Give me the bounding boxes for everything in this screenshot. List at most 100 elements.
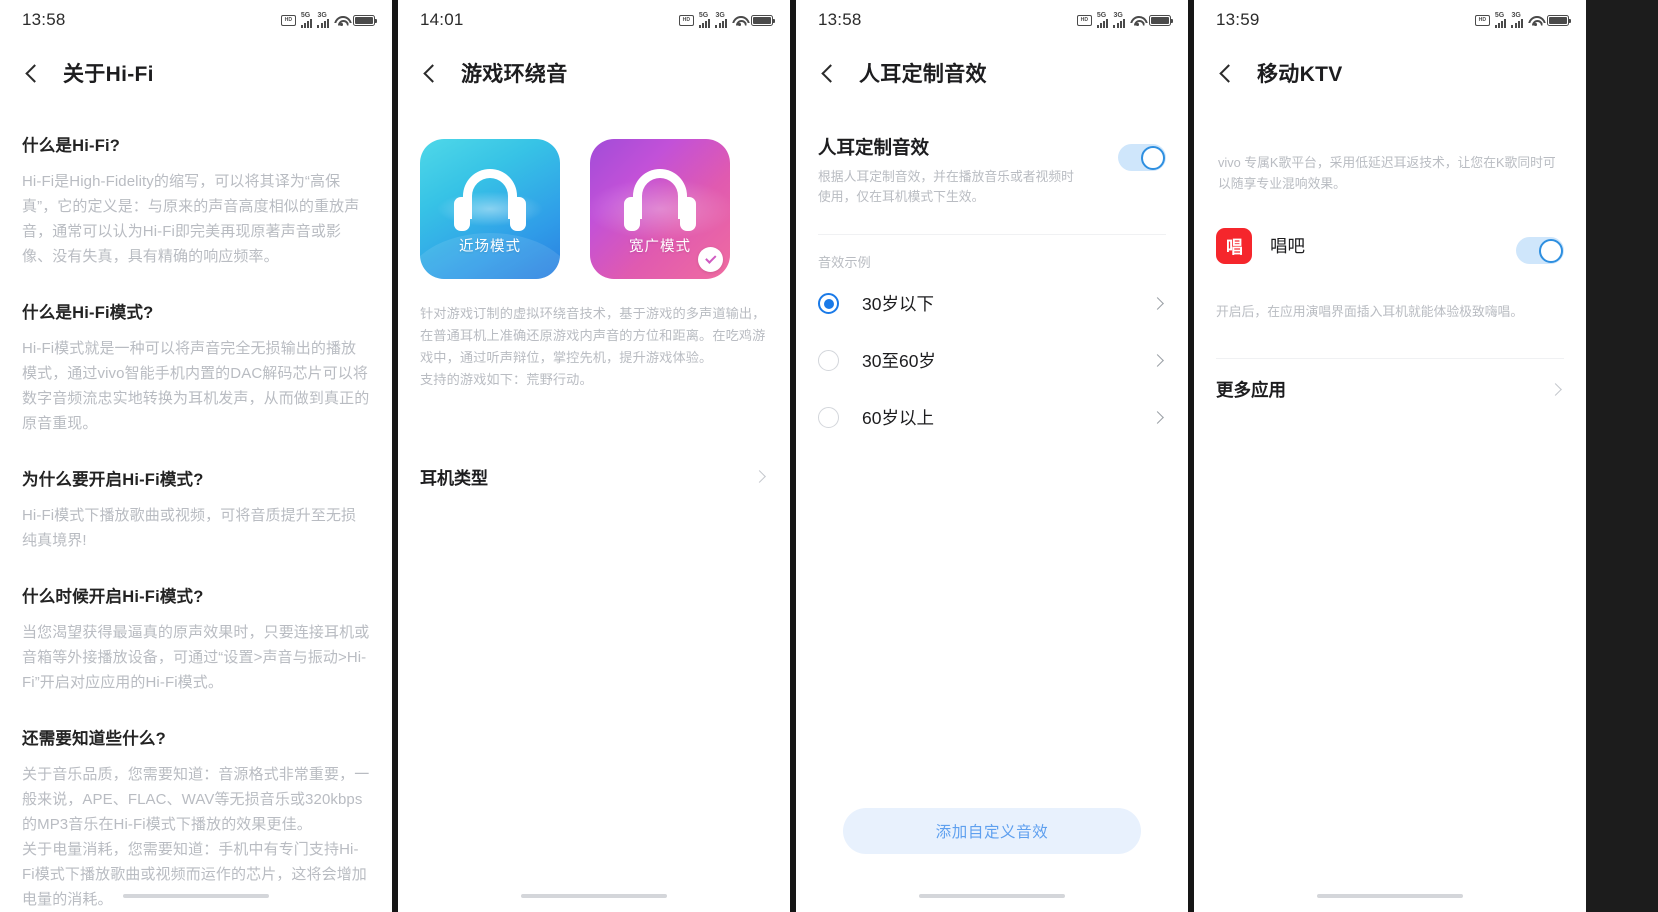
mode-description: 针对游戏订制的虚拟环绕音技术，基于游戏的多声道输出，在普通耳机上准确还原游戏内声… bbox=[420, 306, 766, 387]
signal-5g-icon: 5G bbox=[698, 12, 711, 28]
option-label: 30至60岁 bbox=[862, 351, 936, 371]
ktv-hint-text: 开启后，在应用演唱界面插入耳机就能体验极致嗨唱。 bbox=[1216, 304, 1524, 319]
changba-toggle[interactable] bbox=[1516, 237, 1564, 264]
battery-icon bbox=[1149, 14, 1173, 26]
changba-app-icon: 唱 bbox=[1216, 227, 1252, 264]
page-title: 游戏环绕音 bbox=[461, 63, 568, 86]
back-icon[interactable] bbox=[423, 63, 442, 83]
wifi-icon bbox=[1528, 15, 1542, 26]
row-headphone-type[interactable]: 耳机类型 bbox=[420, 445, 768, 507]
mode-card-wide-field[interactable]: 宽广模式 bbox=[590, 139, 730, 279]
cta-container: 添加自定义音效 bbox=[796, 808, 1188, 854]
wifi-icon bbox=[732, 15, 746, 26]
hd-call-icon: HD bbox=[1474, 14, 1490, 26]
article-heading: 什么是Hi-Fi模式? bbox=[22, 304, 154, 322]
status-icons: HD 5G 3G bbox=[280, 12, 377, 28]
phone-panel-game-surround: 14:01 HD 5G 3G 游戏环绕音 近场模式 宽广模式 针对游戏订制的虚拟… bbox=[398, 0, 790, 912]
headphone-icon bbox=[454, 169, 526, 231]
setting-title: 人耳定制音效 bbox=[818, 137, 930, 158]
page-title: 关于Hi-Fi bbox=[63, 63, 154, 86]
screenshot-collage: 13:58 HD 5G 3G 关于Hi-Fi 什么是Hi-Fi? Hi-Fi是H… bbox=[0, 0, 1658, 912]
ear-custom-audio-toggle[interactable] bbox=[1118, 144, 1166, 171]
row-title: 耳机类型 bbox=[420, 468, 488, 488]
article-heading: 什么是Hi-Fi? bbox=[22, 137, 121, 155]
battery-icon bbox=[1547, 14, 1571, 26]
option-row-30-to-60[interactable]: 30至60岁 bbox=[818, 332, 1166, 389]
option-label: 60岁以上 bbox=[862, 408, 934, 428]
chevron-right-icon bbox=[1151, 297, 1164, 310]
article-heading: 还需要知道些什么? bbox=[22, 730, 166, 748]
status-clock: 14:01 bbox=[420, 10, 464, 29]
ear-custom-audio-setting: 人耳定制音效 根据人耳定制音效，并在播放音乐或者视频时使用，仅在耳机模式下生效。 bbox=[796, 106, 1188, 207]
article-content: 什么是Hi-Fi? Hi-Fi是High-Fidelity的缩写，可以将其译为“… bbox=[0, 106, 392, 912]
add-custom-audio-button[interactable]: 添加自定义音效 bbox=[843, 808, 1141, 854]
toggle-knob bbox=[1538, 238, 1563, 263]
battery-icon bbox=[751, 14, 775, 26]
page-title: 人耳定制音效 bbox=[859, 63, 987, 86]
app-row-changba[interactable]: 唱 唱吧 bbox=[1216, 227, 1564, 264]
signal-5g-icon: 5G bbox=[1096, 12, 1109, 28]
hd-call-icon: HD bbox=[678, 14, 694, 26]
nav-bar: 人耳定制音效 bbox=[796, 40, 1188, 106]
home-indicator bbox=[919, 894, 1065, 898]
article-paragraph: 关于音乐品质，您需要知道：音源格式非常重要，一般来说，APE、FLAC、WAV等… bbox=[22, 766, 370, 908]
mode-card-label: 近场模式 bbox=[459, 239, 521, 255]
status-bar: 13:59 HD 5G 3G bbox=[1194, 0, 1586, 40]
back-icon[interactable] bbox=[821, 63, 840, 83]
nav-bar: 游戏环绕音 bbox=[398, 40, 790, 106]
article-paragraph: 当您渴望获得最逼真的原声效果时，只要连接耳机或音箱等外接播放设备，可通过“设置>… bbox=[22, 624, 370, 691]
article-heading: 为什么要开启Hi-Fi模式? bbox=[22, 471, 204, 489]
hd-call-icon: HD bbox=[1076, 14, 1092, 26]
status-clock: 13:58 bbox=[818, 10, 862, 29]
row-more-apps[interactable]: 更多应用 bbox=[1216, 359, 1564, 419]
signal-3g-icon: 3G bbox=[715, 12, 727, 28]
signal-3g-icon: 3G bbox=[1511, 12, 1523, 28]
chevron-right-icon bbox=[753, 469, 766, 483]
phone-panel-ear-custom-audio: 13:58 HD 5G 3G 人耳定制音效 人耳定制音效 根据人耳定制音效，并在… bbox=[796, 0, 1188, 912]
app-name: 唱吧 bbox=[1270, 236, 1305, 256]
article-paragraph: Hi-Fi模式就是一种可以将声音完全无损输出的播放模式，通过vivo智能手机内置… bbox=[22, 340, 370, 432]
setting-subtitle: 根据人耳定制音效，并在播放音乐或者视频时使用，仅在耳机模式下生效。 bbox=[818, 169, 1074, 204]
option-row-under-30[interactable]: 30岁以下 bbox=[818, 275, 1166, 332]
section-label-audio-samples: 音效示例 bbox=[818, 255, 871, 270]
nav-bar: 关于Hi-Fi bbox=[0, 40, 392, 106]
setting-text: 人耳定制音效 根据人耳定制音效，并在播放音乐或者视频时使用，仅在耳机模式下生效。 bbox=[818, 134, 1080, 207]
status-bar: 13:58 HD 5G 3G bbox=[796, 0, 1188, 40]
chevron-right-icon bbox=[1151, 411, 1164, 424]
page-title: 移动KTV bbox=[1257, 63, 1343, 86]
article-heading: 什么时候开启Hi-Fi模式? bbox=[22, 588, 204, 606]
radio-unselected-icon[interactable] bbox=[818, 407, 839, 428]
wifi-icon bbox=[334, 15, 348, 26]
radio-unselected-icon[interactable] bbox=[818, 350, 839, 371]
home-indicator bbox=[521, 894, 667, 898]
signal-5g-icon: 5G bbox=[300, 12, 313, 28]
signal-3g-icon: 3G bbox=[1113, 12, 1125, 28]
article-paragraph: Hi-Fi模式下播放歌曲或视频，可将音质提升至无损纯真境界! bbox=[22, 507, 357, 549]
option-row-over-60[interactable]: 60岁以上 bbox=[818, 389, 1166, 446]
battery-icon bbox=[353, 14, 377, 26]
hd-call-icon: HD bbox=[280, 14, 296, 26]
check-icon bbox=[698, 247, 723, 272]
status-bar: 14:01 HD 5G 3G bbox=[398, 0, 790, 40]
mode-card-list: 近场模式 宽广模式 bbox=[398, 106, 790, 279]
row-title: 更多应用 bbox=[1216, 379, 1286, 400]
status-icons: HD 5G 3G bbox=[1474, 12, 1571, 28]
radio-selected-icon[interactable] bbox=[818, 293, 839, 314]
phone-panel-mobile-ktv: 13:59 HD 5G 3G 移动KTV vivo 专属K歌平台，采用低延迟耳返… bbox=[1194, 0, 1586, 912]
mode-card-near-field[interactable]: 近场模式 bbox=[420, 139, 560, 279]
back-icon[interactable] bbox=[1219, 63, 1238, 83]
status-icons: HD 5G 3G bbox=[1076, 12, 1173, 28]
home-indicator bbox=[1317, 894, 1463, 898]
audio-sample-options: 30岁以下 30至60岁 60岁以上 bbox=[796, 275, 1188, 446]
signal-3g-icon: 3G bbox=[317, 12, 329, 28]
status-clock: 13:59 bbox=[1216, 10, 1260, 29]
headphone-icon bbox=[624, 169, 696, 231]
chevron-right-icon bbox=[1549, 382, 1562, 396]
status-clock: 13:58 bbox=[22, 10, 66, 29]
chevron-right-icon bbox=[1151, 354, 1164, 367]
article-paragraph: Hi-Fi是High-Fidelity的缩写，可以将其译为“高保真”，它的定义是… bbox=[22, 173, 360, 265]
toggle-knob bbox=[1140, 145, 1165, 170]
status-bar: 13:58 HD 5G 3G bbox=[0, 0, 392, 40]
wifi-icon bbox=[1130, 15, 1144, 26]
back-icon[interactable] bbox=[25, 63, 44, 83]
